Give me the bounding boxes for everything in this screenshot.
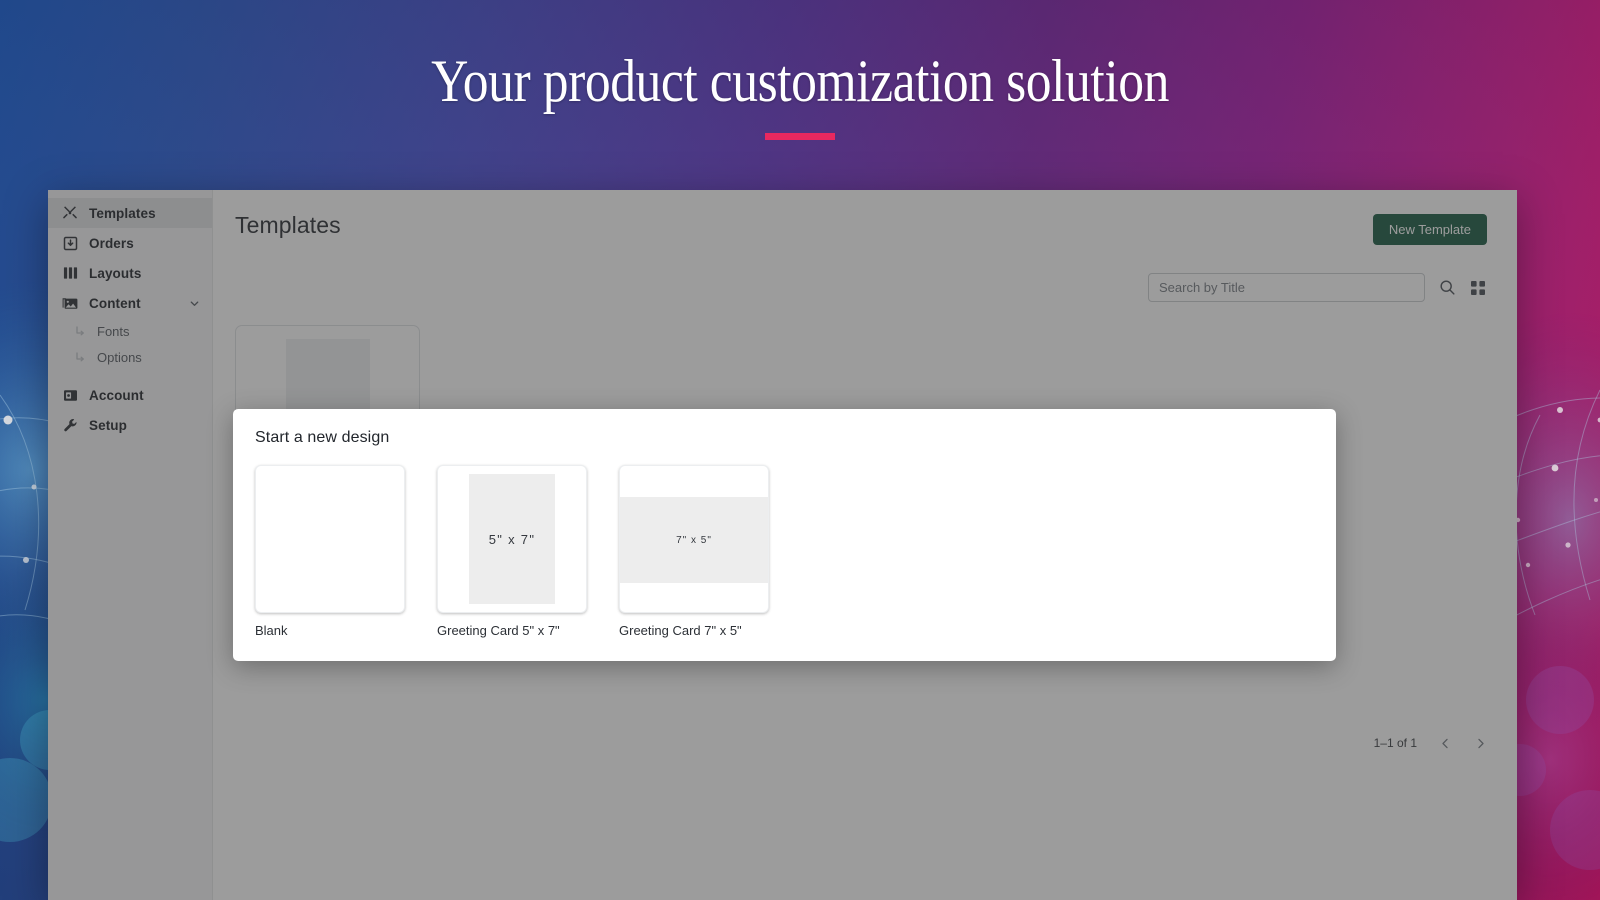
design-dimension-label: 7" x 5"	[676, 534, 712, 546]
hero-banner: Your product customization solution	[0, 0, 1600, 190]
design-option-blank: Blank	[255, 465, 405, 638]
design-dimension-label: 5" x 7"	[488, 531, 536, 547]
modal-title: Start a new design	[255, 429, 390, 446]
design-option-greeting-card-5x7: 5" x 7" Greeting Card 5" x 7"	[437, 465, 587, 638]
design-thumbnail-landscape: 7" x 5"	[620, 497, 768, 583]
page-root: Your product customization solution Temp…	[0, 0, 1600, 900]
design-card-greeting-card-7x5[interactable]: 7" x 5"	[619, 465, 769, 613]
design-option-label: Greeting Card 5" x 7"	[437, 623, 560, 638]
design-card-blank[interactable]	[255, 465, 405, 613]
design-option-label: Greeting Card 7" x 5"	[619, 623, 742, 638]
design-option-label: Blank	[255, 623, 288, 638]
design-thumbnail-portrait: 5" x 7"	[469, 474, 555, 604]
design-card-greeting-card-5x7[interactable]: 5" x 7"	[437, 465, 587, 613]
design-option-greeting-card-7x5: 7" x 5" Greeting Card 7" x 5"	[619, 465, 769, 638]
hero-title: Your product customization solution	[431, 47, 1169, 114]
hero-accent-rule	[765, 132, 835, 140]
start-new-design-modal: Start a new design Blank 5" x 7" Greetin…	[233, 409, 1336, 661]
design-options-row: Blank 5" x 7" Greeting Card 5" x 7" 7" x…	[255, 465, 1314, 638]
